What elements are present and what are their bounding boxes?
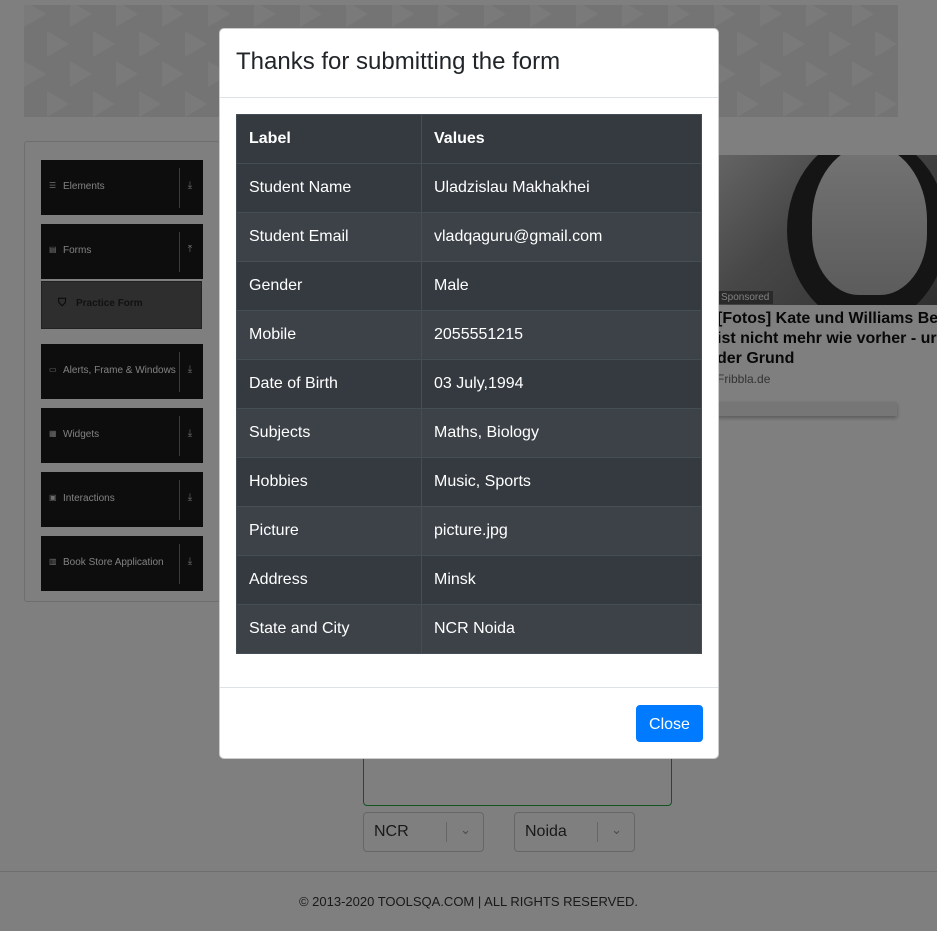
row-value: picture.jpg [421, 506, 702, 556]
table-row: Hobbies Music, Sports [236, 457, 702, 507]
results-table: Label Values Student Name Uladzislau Makh… [236, 114, 702, 654]
header-values: Values [421, 114, 702, 164]
row-label: Student Email [236, 212, 422, 262]
row-label: Student Name [236, 163, 422, 213]
modal-footer: Close [220, 687, 718, 758]
table-row: Mobile 2055551215 [236, 310, 702, 360]
row-value: 03 July,1994 [421, 359, 702, 409]
close-button[interactable]: Close [636, 705, 703, 742]
row-label: Gender [236, 261, 422, 311]
table-header-row: Label Values [236, 114, 702, 164]
row-label: Mobile [236, 310, 422, 360]
table-row: Student Name Uladzislau Makhakhei [236, 163, 702, 213]
row-label: Hobbies [236, 457, 422, 507]
table-row: Subjects Maths, Biology [236, 408, 702, 458]
submission-modal: Thanks for submitting the form Label Val… [219, 28, 719, 759]
row-value: Male [421, 261, 702, 311]
row-label: Date of Birth [236, 359, 422, 409]
row-value: Maths, Biology [421, 408, 702, 458]
table-row: Student Email vladqaguru@gmail.com [236, 212, 702, 262]
table-row: Date of Birth 03 July,1994 [236, 359, 702, 409]
modal-header: Thanks for submitting the form [220, 29, 718, 98]
table-row: Address Minsk [236, 555, 702, 605]
row-value: 2055551215 [421, 310, 702, 360]
row-value: Uladzislau Makhakhei [421, 163, 702, 213]
table-row: Gender Male [236, 261, 702, 311]
row-value: vladqaguru@gmail.com [421, 212, 702, 262]
row-label: Picture [236, 506, 422, 556]
row-value: NCR Noida [421, 604, 702, 654]
row-label: State and City [236, 604, 422, 654]
row-value: Minsk [421, 555, 702, 605]
modal-title: Thanks for submitting the form [236, 48, 561, 75]
row-label: Address [236, 555, 422, 605]
table-row: State and City NCR Noida [236, 604, 702, 654]
row-value: Music, Sports [421, 457, 702, 507]
header-label: Label [236, 114, 422, 164]
table-row: Picture picture.jpg [236, 506, 702, 556]
row-label: Subjects [236, 408, 422, 458]
